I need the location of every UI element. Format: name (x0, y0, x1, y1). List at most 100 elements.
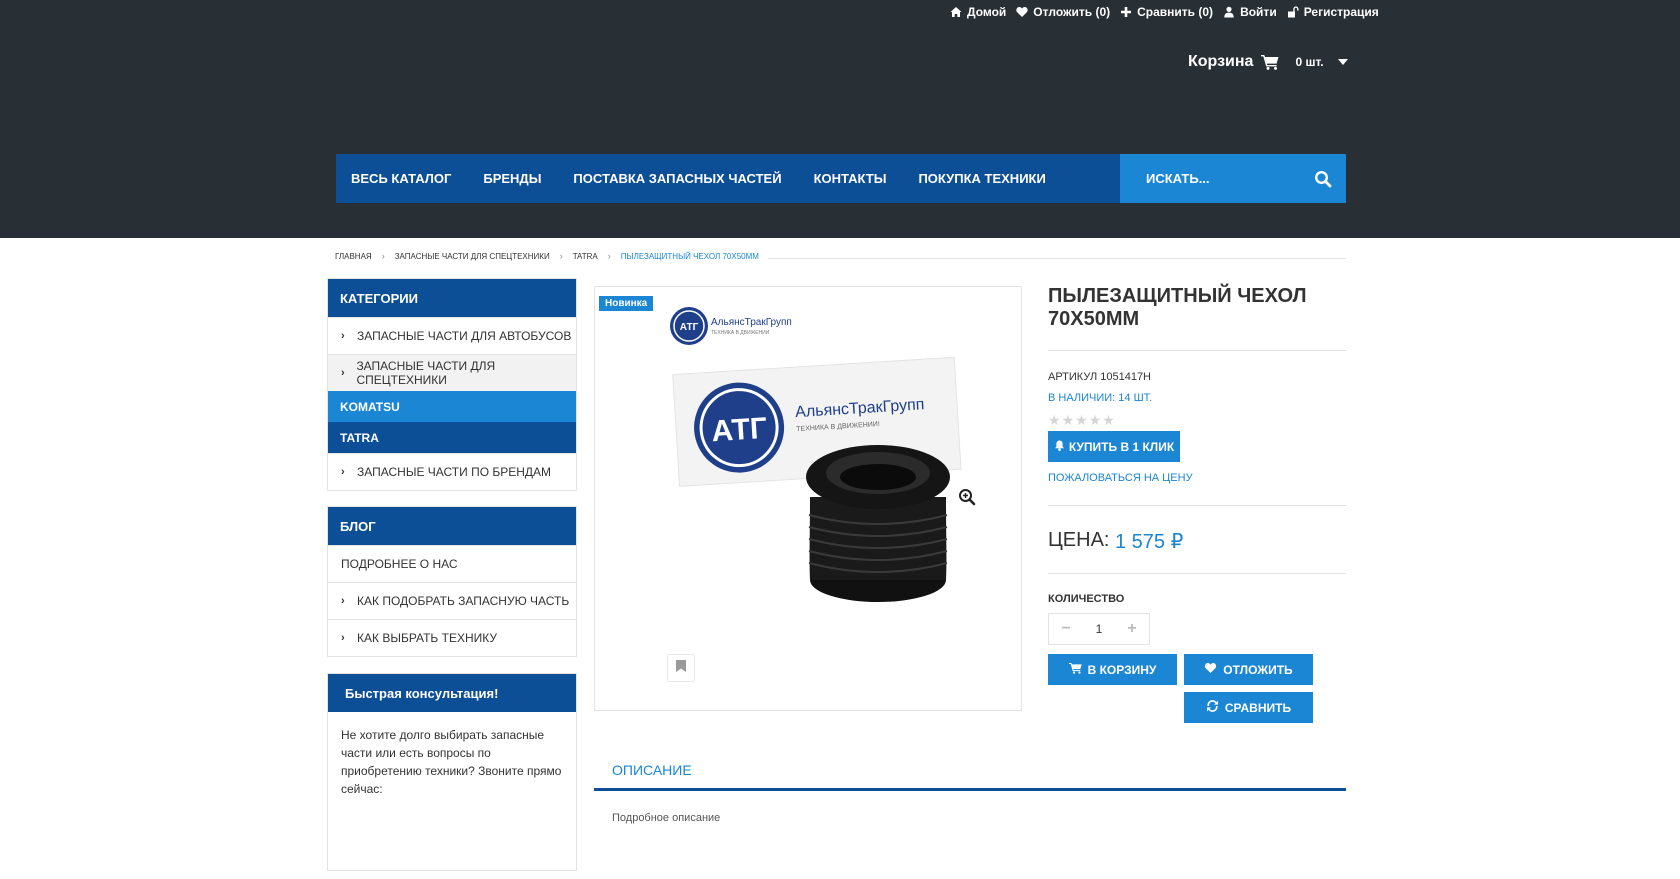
chevron-down-icon[interactable] (1337, 59, 1348, 65)
nav-item-parts-supply[interactable]: ПОСТАВКА ЗАПАСНЫХ ЧАСТЕЙ (573, 171, 781, 186)
bookmark-icon (676, 659, 686, 677)
chevron-right-icon: › (341, 367, 345, 379)
wishlist-link-label: Отложить (0) (1033, 5, 1111, 19)
search-box (1120, 154, 1346, 203)
star-icon[interactable]: ★ (1102, 412, 1115, 428)
sidebar-item-label: КАК ВЫБРАТЬ ТЕХНИКУ (357, 631, 498, 645)
home-icon (950, 6, 962, 18)
home-link[interactable]: Домой (950, 5, 1006, 19)
sidebar-item-about[interactable]: ПОДРОБНЕЕ О НАС (328, 545, 576, 582)
star-icon[interactable]: ★ (1048, 412, 1061, 428)
home-link-label: Домой (967, 5, 1007, 19)
breadcrumb-tatra[interactable]: TATRA (573, 252, 598, 261)
quantity-input[interactable] (1083, 622, 1115, 636)
sidebar-item-label: ЗАПАСНЫЕ ЧАСТИ ПО БРЕНДАМ (357, 465, 552, 479)
register-link-label: Регистрация (1303, 5, 1379, 19)
refresh-icon (1206, 700, 1219, 715)
nav-item-contacts[interactable]: КОНТАКТЫ (814, 171, 887, 186)
nav-item-brands[interactable]: БРЕНДЫ (483, 171, 541, 186)
big-logo-mark: АТГ (711, 412, 768, 448)
product-title: ПЫЛЕЗАЩИТНЫЙ ЧЕХОЛ 70X50MM (1048, 285, 1307, 330)
categories-title: КАТЕГОРИИ (328, 279, 576, 317)
small-logo-tagline: ТЕХНИКА В ДВИЖЕНИИ (711, 330, 770, 336)
plus-icon (1120, 6, 1132, 18)
compare-label: СРАВНИТЬ (1224, 700, 1292, 715)
compare-link[interactable]: Сравнить (0) (1120, 5, 1213, 19)
tab-underline (594, 788, 1346, 791)
chevron-right-icon: › (341, 595, 345, 607)
blog-block: БЛОГ ПОДРОБНЕЕ О НАС › КАК ПОДОБРАТЬ ЗАП… (327, 506, 577, 657)
product-image-box[interactable]: АТГ АльянсТракГрупп ТЕХНИКА В ДВИЖЕНИИ А… (594, 286, 1022, 711)
login-link[interactable]: Войти (1223, 5, 1277, 19)
nav-item-buy-machinery[interactable]: ПОКУПКА ТЕХНИКИ (918, 171, 1045, 186)
wishlist-label: ОТЛОЖИТЬ (1223, 662, 1293, 677)
divider (1048, 573, 1346, 574)
wishlist-link[interactable]: Отложить (0) (1016, 5, 1110, 19)
buy-one-click-button[interactable]: КУПИТЬ В 1 КЛИК (1048, 431, 1180, 462)
bookmark-button[interactable] (667, 654, 695, 682)
bell-icon (1054, 440, 1065, 454)
breadcrumb-current: ПЫЛЕЗАЩИТНЫЙ ЧЕХОЛ 70X50MM (620, 251, 759, 261)
sidebar-item-label: КАК ПОДОБРАТЬ ЗАПАСНУЮ ЧАСТЬ (357, 594, 570, 608)
cart-label: Корзина (1188, 53, 1254, 70)
rating-stars[interactable]: ★ ★ ★ ★ ★ (1048, 412, 1115, 428)
star-icon[interactable]: ★ (1089, 412, 1102, 428)
register-link[interactable]: Регистрация (1287, 5, 1379, 19)
minus-button[interactable]: − (1049, 614, 1083, 644)
sidebar-item-bus-parts[interactable]: › ЗАПАСНЫЕ ЧАСТИ ДЛЯ АВТОБУСОВ (328, 317, 576, 354)
zoom-icon[interactable] (958, 488, 976, 506)
heart-icon (1016, 6, 1028, 18)
stock-status: В НАЛИЧИИ: 14 ШТ. (1048, 392, 1153, 404)
tab-description[interactable]: ОПИСАНИЕ (612, 762, 692, 778)
compare-link-label: Сравнить (0) (1137, 5, 1214, 19)
sidebar-item-brand-parts[interactable]: › ЗАПАСНЫЕ ЧАСТИ ПО БРЕНДАМ (328, 453, 576, 490)
plus-button[interactable]: + (1115, 614, 1149, 644)
add-to-cart-label: В КОРЗИНУ (1087, 662, 1157, 677)
sidebar-item-komatsu[interactable]: KOMATSU (328, 391, 576, 422)
consult-text: Не хотите долго выбирать запасные части … (341, 728, 562, 796)
wishlist-button[interactable]: ОТЛОЖИТЬ (1184, 654, 1313, 685)
sidebar-item-label: ПОДРОБНЕЕ О НАС (341, 557, 458, 571)
breadcrumb-divider (768, 258, 1346, 259)
sidebar-item-choose-machinery[interactable]: › КАК ВЫБРАТЬ ТЕХНИКУ (328, 619, 576, 656)
sidebar-item-choose-part[interactable]: › КАК ПОДОБРАТЬ ЗАПАСНУЮ ЧАСТЬ (328, 582, 576, 619)
consult-title: Быстрая консультация! (328, 674, 576, 712)
cart-icon (1261, 54, 1279, 70)
user-icon (1223, 6, 1235, 18)
star-icon[interactable]: ★ (1062, 412, 1075, 428)
top-links: Домой Отложить (0) Сравнить (0) Войти Ре… (950, 4, 1379, 20)
small-logo-name: АльянсТракГрупп (711, 317, 792, 328)
unlock-icon (1287, 6, 1299, 18)
divider (1048, 350, 1346, 351)
heart-icon (1204, 662, 1217, 677)
sidebar-item-special-parts[interactable]: › ЗАПАСНЫЕ ЧАСТИ ДЛЯ СПЕЦТЕХНИКИ (328, 354, 576, 391)
description-text: Подробное описание (612, 812, 721, 824)
nav-item-catalog[interactable]: ВЕСЬ КАТАЛОГ (351, 171, 451, 186)
sidebar-item-tatra[interactable]: TATRA (328, 422, 576, 453)
blog-title: БЛОГ (328, 507, 576, 545)
login-link-label: Войти (1240, 5, 1277, 19)
small-logo-mark: АТГ (680, 322, 699, 333)
search-icon[interactable] (1314, 170, 1332, 188)
price-label: ЦЕНА: (1048, 529, 1110, 551)
new-badge: Новинка (599, 296, 654, 311)
breadcrumb-special-parts[interactable]: ЗАПАСНЫЕ ЧАСТИ ДЛЯ СПЕЦТЕХНИКИ (395, 252, 550, 261)
cart-count: 0 шт. (1295, 55, 1324, 69)
complain-price-link[interactable]: ПОЖАЛОВАТЬСЯ НА ЦЕНУ (1048, 472, 1193, 484)
add-to-cart-button[interactable]: В КОРЗИНУ (1048, 654, 1177, 685)
sidebar-item-label: ЗАПАСНЫЕ ЧАСТИ ДЛЯ СПЕЦТЕХНИКИ (356, 359, 496, 387)
chevron-right-icon: › (341, 466, 345, 478)
breadcrumb-home[interactable]: ГЛАВНАЯ (335, 252, 372, 261)
categories-block: КАТЕГОРИИ › ЗАПАСНЫЕ ЧАСТИ ДЛЯ АВТОБУСОВ… (327, 278, 577, 491)
star-icon[interactable]: ★ (1075, 412, 1088, 428)
chevron-right-icon: › (341, 330, 345, 342)
cart-widget[interactable]: Корзина 0 шт. (1188, 53, 1348, 71)
breadcrumb-separator: › (607, 251, 611, 261)
breadcrumb-separator: › (381, 251, 385, 261)
site-header: Домой Отложить (0) Сравнить (0) Войти Ре… (0, 0, 1680, 238)
compare-button[interactable]: СРАВНИТЬ (1184, 692, 1313, 723)
quantity-stepper: − + (1048, 613, 1150, 645)
search-input[interactable] (1120, 154, 1300, 203)
cart-icon (1068, 662, 1082, 677)
breadcrumb: ГЛАВНАЯ › ЗАПАСНЫЕ ЧАСТИ ДЛЯ СПЕЦТЕХНИКИ… (335, 251, 759, 261)
